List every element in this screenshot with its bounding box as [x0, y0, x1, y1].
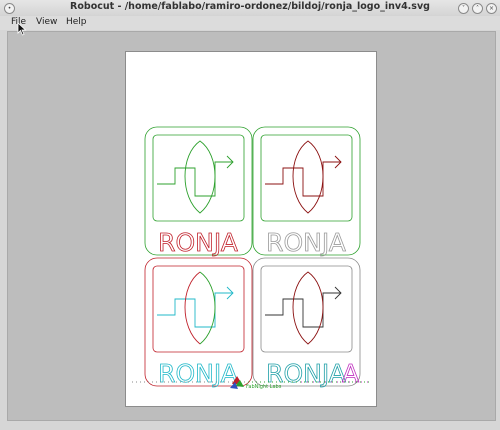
tile-4: RONJA A	[252, 257, 361, 388]
tile-inner-frame	[152, 134, 245, 222]
maximize-icon[interactable]: ˄	[472, 3, 483, 14]
close-icon[interactable]: ×	[486, 3, 497, 14]
window-title: Robocut - /home/fablabo/ramiro-ordonez/b…	[70, 1, 430, 12]
menu-view[interactable]: View	[36, 17, 57, 27]
tile-word-accent: A	[342, 359, 359, 388]
tile-inner-frame	[260, 134, 353, 222]
tile-3: RONJA	[144, 257, 253, 388]
mouse-pointer-icon	[17, 22, 27, 36]
ronja-symbol	[265, 140, 342, 214]
tile-word: RONJA	[158, 228, 238, 257]
menu-help[interactable]: Help	[66, 17, 87, 27]
design-drawing: RONJA RONJA RONJA RONJA A FabNight Labs	[132, 126, 372, 390]
cut-page[interactable]: RONJA RONJA RONJA RONJA A FabNight Labs	[125, 51, 377, 407]
tile-inner-frame	[152, 265, 245, 353]
tile-word: RONJA	[266, 228, 346, 257]
menu-bar: File View Help	[0, 16, 500, 30]
ronja-symbol	[157, 271, 234, 345]
footer-text: FabNight Labs	[246, 384, 282, 390]
ronja-symbol	[157, 140, 234, 214]
canvas-view[interactable]: RONJA RONJA RONJA RONJA A FabNight Labs	[7, 31, 496, 421]
tile-1: RONJA	[144, 126, 253, 257]
tile-word: RONJA	[158, 359, 238, 388]
minimize-icon[interactable]: ˅	[458, 3, 469, 14]
ronja-symbol	[265, 271, 342, 345]
tile-2: RONJA	[252, 126, 361, 257]
tile-inner-frame	[260, 265, 353, 353]
title-bar: • Robocut - /home/fablabo/ramiro-ordonez…	[0, 0, 500, 17]
